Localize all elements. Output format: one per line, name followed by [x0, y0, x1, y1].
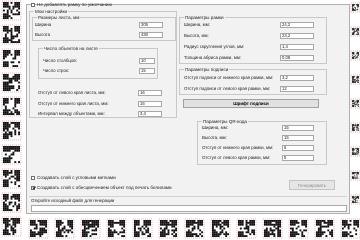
- corner-marks-option[interactable]: Создавать слой с угловыми метками: [31, 175, 116, 180]
- corner-marks-checkbox[interactable]: [31, 175, 35, 180]
- frame-radius-input[interactable]: [280, 43, 314, 50]
- caption-params-group: Параметры подписи Отступ подписи от нижн…: [179, 67, 327, 95]
- qr-height-input[interactable]: [282, 134, 314, 141]
- separator: [29, 196, 347, 197]
- caption-bottom-label: Отступ подписи от нижнего края рамки, мм…: [184, 75, 274, 80]
- no-frame-checkbox[interactable]: [31, 2, 35, 7]
- bottom-margin-input[interactable]: [138, 100, 162, 107]
- qr-params-group: Параметры QR-кода Ширина, мм: Высота, мм…: [197, 119, 327, 165]
- columns-label: Число столбцов:: [43, 58, 77, 63]
- generator-dialog: Не добавлять рамку по умолчанию Мои наст…: [26, 2, 350, 214]
- white-fill-checkbox[interactable]: [31, 185, 35, 190]
- columns-input[interactable]: [139, 57, 155, 64]
- corner-marks-label: Создавать слой с угловыми метками: [37, 175, 116, 180]
- generate-button[interactable]: Генерировать: [289, 180, 335, 190]
- left-margin-input[interactable]: [138, 89, 162, 96]
- caption-left-label: Отступ подписи от левого края рамки, мм:: [184, 86, 271, 91]
- frame-height-input[interactable]: [280, 32, 314, 39]
- source-file-input[interactable]: [31, 205, 347, 212]
- rows-label: Число строк:: [43, 68, 70, 73]
- frame-params-title: Параметры рамки: [184, 15, 225, 20]
- frame-height-label: Высота, мм:: [184, 33, 209, 38]
- sheet-height-label: Высота: [35, 32, 51, 37]
- no-frame-label: Не добавлять рамку по умолчанию: [37, 2, 112, 7]
- interval-input[interactable]: [138, 110, 162, 117]
- bottom-margin-label: Отступ от нижнего края листа, мм:: [38, 101, 109, 106]
- qr-left-label: Отступ от левого края рамки, мм:: [202, 155, 271, 160]
- objects-group: Число объектов на листе Число столбцов: …: [38, 46, 158, 79]
- objects-title: Число объектов на листе: [43, 46, 99, 51]
- caption-left-input[interactable]: [280, 85, 314, 92]
- qr-width-label: Ширина, мм:: [202, 125, 228, 130]
- qr-bottom-input[interactable]: [282, 144, 314, 151]
- qr-width-input[interactable]: [282, 124, 314, 131]
- qr-sheet-left-strip: [1, 0, 22, 237]
- sheet-settings-title: Мои настройки: [34, 9, 69, 14]
- qr-bottom-label: Отступ от нижнего края рамки, мм:: [202, 145, 274, 150]
- frame-width-label: Ширина, мм:: [184, 22, 210, 27]
- frame-params-group: Параметры рамки Ширина, мм: Высота, мм: …: [179, 15, 327, 64]
- white-fill-option[interactable]: Создавать слой с обесцвечением объект по…: [31, 185, 172, 190]
- qr-height-label: Высота, мм:: [202, 135, 227, 140]
- frame-thickness-label: Толщина абриса рамки, мм:: [184, 55, 242, 60]
- left-margin-label: Отступ от левого края листа, мм:: [38, 90, 106, 95]
- frame-radius-label: Радиус скругления углов, мм:: [184, 44, 245, 49]
- caption-bottom-input[interactable]: [280, 74, 314, 81]
- sheet-size-title: Размеры листа, мм: [37, 15, 81, 20]
- frame-width-input[interactable]: [280, 21, 314, 28]
- qr-left-input[interactable]: [282, 154, 314, 161]
- interval-label: Интервал между объектами, мм:: [38, 111, 105, 116]
- caption-params-title: Параметры подписи: [184, 67, 230, 72]
- source-file-label: Откройте исходный файл для генерации: [31, 198, 115, 203]
- no-frame-checkbox-row[interactable]: Не добавлять рамку по умолчанию: [31, 2, 112, 7]
- sheet-width-label: Ширина: [35, 22, 52, 27]
- qr-sheet-bottom-strip: [26, 214, 360, 240]
- frame-thickness-input[interactable]: [280, 54, 314, 61]
- qr-params-title: Параметры QR-кода: [202, 119, 248, 124]
- sheet-size-group: Размеры листа, мм Ширина Высота: [32, 15, 176, 41]
- sheet-settings-group: Мои настройки Размеры листа, мм Ширина В…: [29, 9, 177, 118]
- rows-input[interactable]: [139, 67, 155, 74]
- caption-font-button[interactable]: Шрифт подписи: [183, 99, 319, 108]
- sheet-height-input[interactable]: [139, 31, 163, 38]
- white-fill-label: Создавать слой с обесцвечением объект по…: [37, 185, 172, 190]
- qr-sheet-right-strip: [350, 2, 360, 205]
- sheet-width-input[interactable]: [139, 21, 163, 28]
